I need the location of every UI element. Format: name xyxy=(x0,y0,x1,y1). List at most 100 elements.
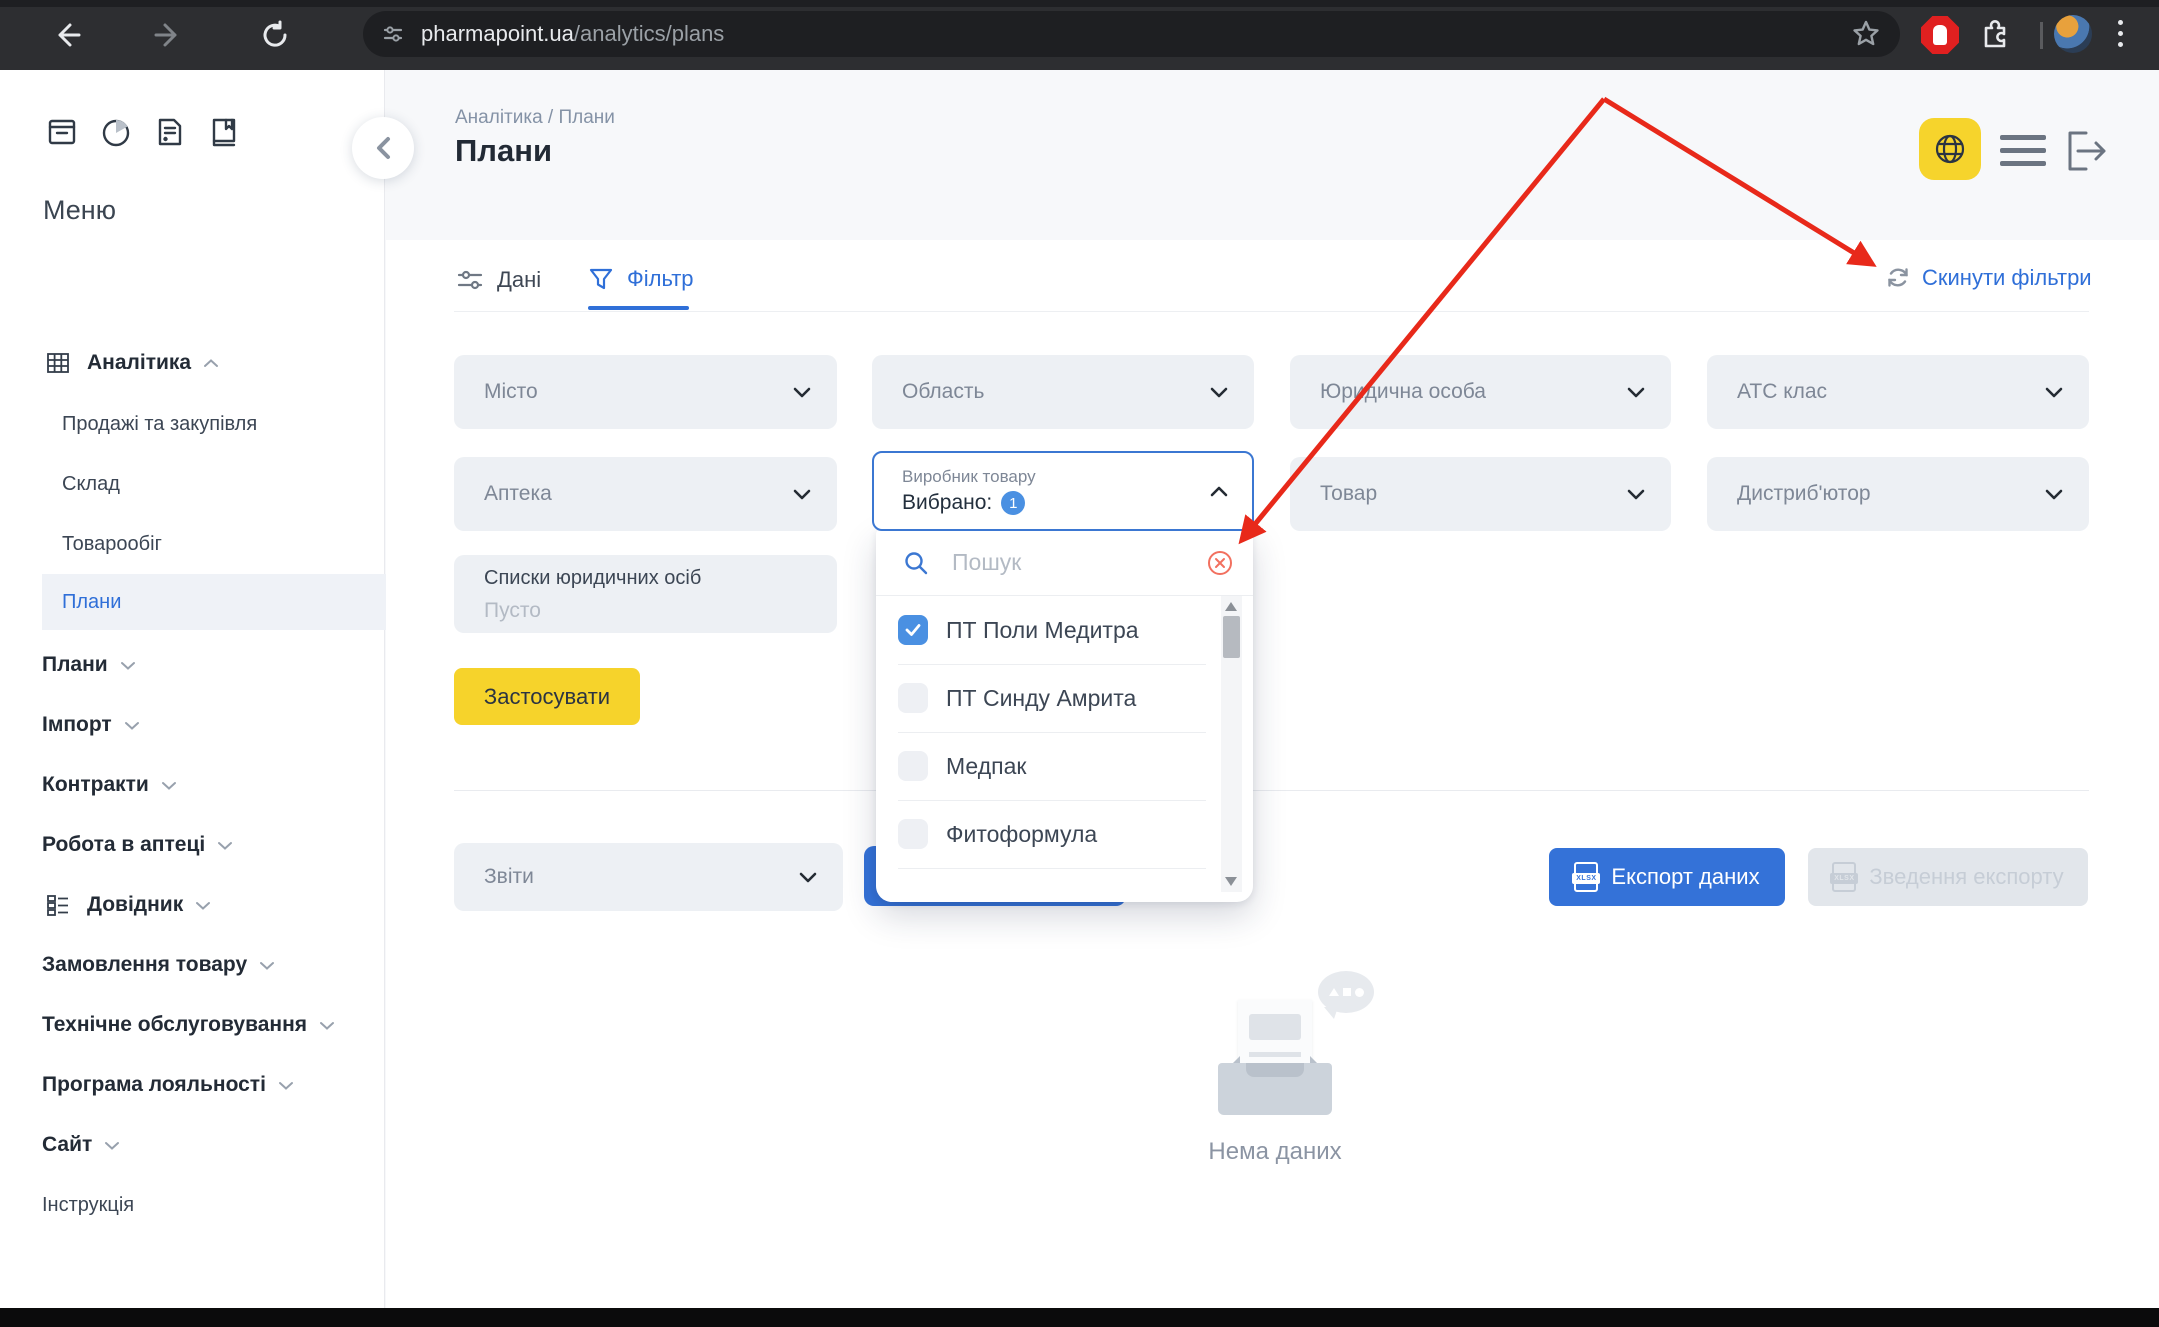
sidebar-item-analytics[interactable]: Аналітика xyxy=(0,333,384,393)
dropdown-option[interactable]: Медпак xyxy=(898,732,1206,801)
sidebar-item-plans-active[interactable]: Плани xyxy=(42,574,424,630)
sidebar-item-instruction[interactable]: Інструкція xyxy=(0,1175,426,1235)
list-icon xyxy=(45,892,71,918)
inbox-empty-icon xyxy=(1218,1063,1332,1115)
logout-button[interactable] xyxy=(2062,129,2110,173)
document-icon[interactable] xyxy=(153,115,187,149)
book-icon[interactable] xyxy=(207,115,241,149)
filter-manufacturer-open[interactable]: Виробник товару Вибрано:1 xyxy=(872,451,1254,531)
sidebar-item-label: Програма лояльності xyxy=(42,1073,266,1097)
chrome-menu-button[interactable] xyxy=(2118,20,2123,47)
clear-circle-icon[interactable] xyxy=(1207,550,1233,576)
filter-label: Місто xyxy=(484,380,793,404)
url-bar[interactable]: pharmapoint.ua/analytics/plans xyxy=(363,11,1900,57)
sidebar-item-warehouse[interactable]: Склад xyxy=(0,454,446,514)
chevron-down-icon xyxy=(320,1021,334,1030)
export-data-button[interactable]: XLSX Експорт даних xyxy=(1549,848,1785,906)
sidebar-item-maintenance[interactable]: Технічне обслуговування xyxy=(0,995,426,1055)
filter-atc-class[interactable]: АТС клас xyxy=(1707,355,2089,429)
filter-legal-entity[interactable]: Юридична особа xyxy=(1290,355,1671,429)
checkbox-unchecked[interactable] xyxy=(898,751,928,781)
sidebar-item-goods-order[interactable]: Замовлення товару xyxy=(0,935,426,995)
filter-value-empty: Пусто xyxy=(484,599,837,623)
chevron-up-icon xyxy=(204,359,218,368)
scrollbar-thumb[interactable] xyxy=(1223,616,1240,658)
apply-button[interactable]: Застосувати xyxy=(454,668,640,725)
pie-chart-icon[interactable] xyxy=(99,115,133,149)
breadcrumb[interactable]: Аналітика / Плани xyxy=(455,107,615,129)
adblock-icon xyxy=(1933,25,1947,45)
back-icon xyxy=(52,20,82,50)
dropdown-scrollbar[interactable] xyxy=(1221,596,1242,892)
chrome-separator xyxy=(2040,22,2043,49)
profile-avatar[interactable] xyxy=(2054,15,2092,53)
url-text: pharmapoint.ua/analytics/plans xyxy=(421,21,724,47)
filter-city[interactable]: Місто xyxy=(454,355,837,429)
adblock-extension-button[interactable] xyxy=(1921,16,1959,54)
reset-filters-button[interactable]: Скинути фільтри xyxy=(1884,264,2092,292)
chevron-down-icon xyxy=(2045,489,2063,500)
sidebar-item-label: Імпорт xyxy=(42,713,112,737)
bottom-bar xyxy=(0,1308,2159,1327)
tab-data[interactable]: Дані xyxy=(456,266,541,294)
language-button[interactable] xyxy=(1919,118,1981,180)
sidebar-item-import[interactable]: Імпорт xyxy=(0,695,426,755)
scroll-down-arrow[interactable] xyxy=(1225,877,1237,886)
filter-label: Юридична особа xyxy=(1320,380,1627,404)
filter-region[interactable]: Область xyxy=(872,355,1254,429)
sidebar-item-label: Інструкція xyxy=(42,1194,134,1217)
sidebar-item-plans-section[interactable]: Плани xyxy=(0,635,426,695)
forward-button[interactable] xyxy=(145,12,191,58)
sidebar-item-sales-purchases[interactable]: Продажі та закупівля xyxy=(0,394,446,454)
page-title: Плани xyxy=(455,133,552,169)
bookmark-star-button[interactable] xyxy=(1848,16,1884,52)
sidebar-collapse-button[interactable] xyxy=(352,117,414,179)
dropdown-option[interactable]: ПТ Поли Медитра xyxy=(898,596,1206,665)
app-menu-button[interactable] xyxy=(2000,135,2046,166)
option-label: ПТ Поли Медитра xyxy=(946,617,1139,644)
filter-pharmacy[interactable]: Аптека xyxy=(454,457,837,531)
sidebar-item-directory[interactable]: Довідник xyxy=(0,875,384,935)
tab-filter[interactable]: Фільтр xyxy=(588,266,694,292)
sidebar-item-pharmacy-work[interactable]: Робота в аптеці xyxy=(0,815,426,875)
dropdown-search-row xyxy=(876,530,1253,596)
sidebar-item-label: Продажі та закупівля xyxy=(62,413,257,436)
site-info-icon[interactable] xyxy=(381,22,405,46)
back-button[interactable] xyxy=(44,12,90,58)
filter-label: Аптека xyxy=(484,482,793,506)
filter-label: Область xyxy=(902,380,1210,404)
scroll-up-arrow[interactable] xyxy=(1225,602,1237,611)
filter-legal-lists[interactable]: Списки юридичних осіб Пусто xyxy=(454,555,837,633)
checkbox-unchecked[interactable] xyxy=(898,819,928,849)
sidebar-item-label: Довідник xyxy=(87,893,183,917)
extensions-icon xyxy=(1978,20,2012,54)
sidebar-item-contracts[interactable]: Контракти xyxy=(0,755,426,815)
checkbox-checked[interactable] xyxy=(898,615,928,645)
archive-icon[interactable] xyxy=(45,115,79,149)
xlsx-file-icon: XLSX xyxy=(1832,862,1856,892)
active-tab-underline xyxy=(588,306,689,310)
reload-button[interactable] xyxy=(252,12,298,58)
reports-select[interactable]: Звіти xyxy=(454,843,843,911)
sidebar-item-loyalty-program[interactable]: Програма лояльності xyxy=(0,1055,426,1115)
sidebar-item-label: Сайт xyxy=(42,1133,92,1157)
filter-label: АТС клас xyxy=(1737,380,2045,404)
dropdown-option[interactable]: ПТ Синду Амрита xyxy=(898,664,1206,733)
checkbox-unchecked[interactable] xyxy=(898,683,928,713)
sidebar-item-site[interactable]: Сайт xyxy=(0,1115,426,1175)
screen: pharmapoint.ua/analytics/plans xyxy=(0,0,2159,1327)
filter-product[interactable]: Товар xyxy=(1290,457,1671,531)
chevron-down-icon xyxy=(121,661,135,670)
section-divider xyxy=(454,790,2089,791)
sidebar-item-label: Контракти xyxy=(42,773,149,797)
filter-distributor[interactable]: Дистриб'ютор xyxy=(1707,457,2089,531)
extensions-button[interactable] xyxy=(1972,14,2018,60)
reset-filters-label: Скинути фільтри xyxy=(1922,265,2092,291)
dropdown-option[interactable]: Фитоформула xyxy=(898,800,1206,869)
search-input[interactable] xyxy=(950,548,1199,577)
url-host: pharmapoint.ua xyxy=(421,21,574,46)
chevron-down-icon xyxy=(793,489,811,500)
sidebar-item-label: Робота в аптеці xyxy=(42,833,205,857)
sidebar-item-turnover[interactable]: Товарообіг xyxy=(0,514,446,574)
chevron-down-icon xyxy=(1627,489,1645,500)
